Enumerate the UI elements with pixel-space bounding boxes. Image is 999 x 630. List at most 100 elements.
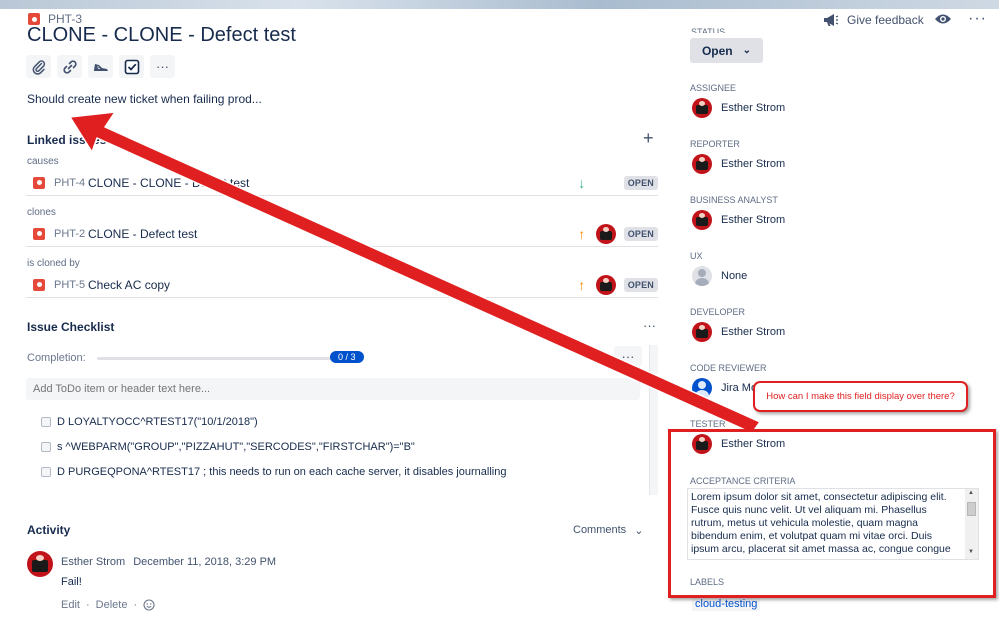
checklist-checkbox[interactable] <box>41 442 51 452</box>
avatar <box>692 322 712 342</box>
linked-issue-key[interactable]: PHT-5 <box>54 279 88 291</box>
linked-issue-row[interactable]: PHT-5 Check AC copy ↑ OPEN <box>26 272 658 298</box>
comment-header: Esther Strom December 11, 2018, 3:29 PM <box>61 556 276 568</box>
shoe-icon <box>93 63 108 71</box>
linked-issue-key[interactable]: PHT-4 <box>54 177 88 189</box>
issue-title[interactable]: CLONE - CLONE - Defect test <box>27 24 296 47</box>
activity-filter-label: Comments <box>573 524 627 536</box>
add-link-button[interactable]: + <box>643 128 654 149</box>
checklist-checkbox[interactable] <box>41 417 51 427</box>
activity-filter-dropdown[interactable]: Comments ⌄ <box>573 524 643 537</box>
checklist-item[interactable]: D PURGEQPONA^RTEST17 ; this needs to run… <box>41 466 506 478</box>
checklist-icon <box>124 59 139 74</box>
avatar <box>692 98 712 118</box>
relation-label: causes <box>27 156 59 167</box>
attach-button[interactable] <box>26 55 51 78</box>
issue-toolbar: ··· <box>26 55 175 78</box>
priority-high-icon: ↑ <box>578 276 586 293</box>
reporter-field[interactable]: Esther Strom <box>692 154 785 174</box>
comment-author[interactable]: Esther Strom <box>61 556 125 568</box>
delete-comment-link[interactable]: Delete <box>96 599 128 611</box>
completion-label: Completion: <box>27 352 86 364</box>
more-options-icon[interactable]: ··· <box>968 10 987 28</box>
chevron-down-icon: ⌄ <box>742 45 752 56</box>
priority-high-icon: ↑ <box>578 225 586 242</box>
linked-issue-summary[interactable]: CLONE - Defect test <box>88 227 197 241</box>
checklist-item-text[interactable]: D PURGEQPONA^RTEST17 ; this needs to run… <box>57 466 506 478</box>
linked-issue-row[interactable]: PHT-4 CLONE - CLONE - Defect test ↓ OPEN <box>26 170 658 196</box>
edit-comment-link[interactable]: Edit <box>61 599 80 611</box>
business-analyst-label: BUSINESS ANALYST <box>690 195 778 205</box>
avatar[interactable] <box>595 274 616 295</box>
checklist-item-text[interactable]: s ^WEBPARM("GROUP","PIZZAHUT","SERCODES"… <box>57 441 415 453</box>
separator-dot: · <box>85 599 90 611</box>
status-value: Open <box>701 43 733 58</box>
relation-label: is cloned by <box>27 258 80 269</box>
avatar <box>692 154 712 174</box>
comment-date[interactable]: December 11, 2018, 3:29 PM <box>133 556 276 568</box>
status-lozenge: OPEN <box>623 226 658 241</box>
checklist-button[interactable] <box>119 55 144 78</box>
app-shoe-button[interactable] <box>88 55 113 78</box>
checklist-heading: Issue Checklist <box>27 320 115 334</box>
developer-value[interactable]: Esther Strom <box>721 326 785 338</box>
separator-dot: · <box>133 599 138 611</box>
linked-issue-row[interactable]: PHT-2 CLONE - Defect test ↑ OPEN <box>26 221 658 247</box>
link-icon <box>62 59 77 74</box>
completion-progress-bar <box>97 357 357 360</box>
reporter-value[interactable]: Esther Strom <box>721 158 785 170</box>
checklist-scrollbar[interactable] <box>649 345 658 495</box>
empty-user-icon <box>692 266 712 286</box>
user-icon <box>692 378 712 398</box>
activity-heading: Activity <box>27 523 71 537</box>
checklist-menu-icon[interactable]: ··· <box>643 318 656 333</box>
label-tag[interactable]: cloud-testing <box>692 597 761 611</box>
priority-low-icon: ↓ <box>578 174 586 191</box>
avatar[interactable] <box>27 551 53 577</box>
completion-count-badge: 0 / 3 <box>330 351 364 363</box>
developer-field[interactable]: Esther Strom <box>692 322 785 342</box>
more-actions-button[interactable]: ··· <box>150 55 175 78</box>
comment-actions: Edit · Delete · <box>61 599 155 611</box>
issue-description[interactable]: Should create new ticket when failing pr… <box>27 92 262 106</box>
megaphone-icon <box>824 14 839 26</box>
bug-type-icon <box>33 227 45 240</box>
add-todo-input[interactable] <box>26 378 640 400</box>
status-label: STATUS <box>691 27 726 33</box>
ux-value[interactable]: None <box>721 270 747 282</box>
give-feedback-button[interactable]: Give feedback <box>823 13 924 27</box>
checklist-options-button[interactable]: ··· <box>614 346 642 366</box>
ux-label: UX <box>690 251 703 261</box>
watch-eye-icon[interactable] <box>934 12 952 26</box>
bug-type-icon <box>33 278 45 291</box>
browser-bookmarks-strip <box>0 0 999 9</box>
linked-issues-heading: Linked issues <box>27 133 107 147</box>
assignee-value[interactable]: Esther Strom <box>721 102 785 114</box>
bug-type-icon <box>33 176 45 189</box>
annotation-highlight-box <box>668 429 996 598</box>
chevron-down-icon: ⌄ <box>634 525 644 537</box>
status-dropdown[interactable]: Open ⌄ <box>690 38 763 63</box>
assignee-label: ASSIGNEE <box>690 83 737 93</box>
checklist-checkbox[interactable] <box>41 467 51 477</box>
add-reaction-icon[interactable] <box>143 599 155 611</box>
checklist-item[interactable]: s ^WEBPARM("GROUP","PIZZAHUT","SERCODES"… <box>41 441 415 453</box>
business-analyst-value[interactable]: Esther Strom <box>721 214 785 226</box>
ux-field[interactable]: None <box>692 266 747 286</box>
checklist-item-text[interactable]: D LOYALTYOCC^RTEST17("10/1/2018") <box>57 416 258 428</box>
comment-avatar[interactable] <box>27 551 53 580</box>
comment-body: Fail! <box>61 576 82 588</box>
status-lozenge: OPEN <box>623 175 658 190</box>
linked-issue-summary[interactable]: CLONE - CLONE - Defect test <box>88 176 249 190</box>
assignee-field[interactable]: Esther Strom <box>692 98 785 118</box>
linked-issue-summary[interactable]: Check AC copy <box>88 278 170 292</box>
link-issue-button[interactable] <box>57 55 82 78</box>
code-reviewer-field[interactable]: Jira Mo <box>692 378 757 398</box>
developer-label: DEVELOPER <box>690 307 746 317</box>
code-reviewer-value[interactable]: Jira Mo <box>721 382 757 394</box>
more-icon: ··· <box>621 348 635 364</box>
avatar[interactable] <box>595 223 616 244</box>
linked-issue-key[interactable]: PHT-2 <box>54 228 88 240</box>
checklist-item[interactable]: D LOYALTYOCC^RTEST17("10/1/2018") <box>41 416 258 428</box>
business-analyst-field[interactable]: Esther Strom <box>692 210 785 230</box>
